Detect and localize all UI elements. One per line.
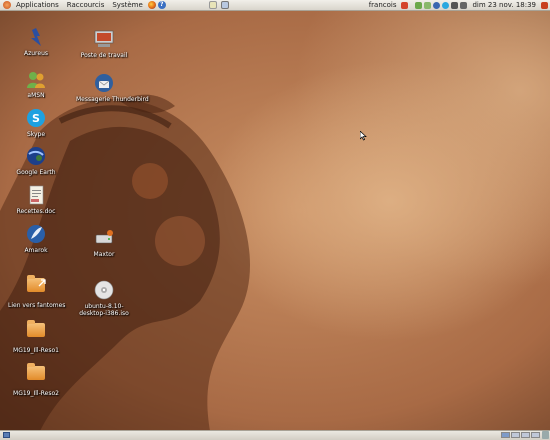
notes-icon[interactable] <box>209 1 217 9</box>
desktop-icon-mg19-reso1[interactable]: MG19_Ill-Reso1 <box>8 319 64 354</box>
battery-icon[interactable] <box>451 1 459 9</box>
workspace-1[interactable] <box>501 432 510 438</box>
desktop-icon-amarok[interactable]: Amarok <box>8 223 64 254</box>
desktop-icon-mg19-reso2[interactable]: MG19_Ill-Reso2 <box>8 362 64 397</box>
folder-icon <box>25 320 47 345</box>
icon-label: Recettes.doc <box>16 208 56 215</box>
workspace-3[interactable] <box>521 432 530 438</box>
mouse-pointer-icon <box>360 131 367 141</box>
folder-link-icon <box>25 275 47 300</box>
icon-label: Messagerie Thunderbird <box>76 96 149 103</box>
amsn-icon <box>25 68 47 90</box>
ubuntu-logo-icon <box>3 1 11 9</box>
drive-icon <box>93 227 115 249</box>
icon-label: Amarok <box>24 247 48 254</box>
icon-label: Lien vers fantomes <box>8 302 66 309</box>
icon-label: ubuntu-8.10-desktop-i386.iso <box>79 303 129 317</box>
desktop-icon-google-earth[interactable]: Google Earth <box>8 145 64 176</box>
desktop-icon-thunderbird[interactable]: Messagerie Thunderbird <box>76 72 149 103</box>
desktop-icon-amsn[interactable]: aMSN <box>8 68 64 99</box>
clock[interactable]: dim 23 nov. 18:39 <box>468 1 540 9</box>
show-desktop-icon[interactable] <box>3 432 10 438</box>
bottom-panel <box>0 430 550 440</box>
firefox-icon[interactable] <box>147 1 156 9</box>
icon-label: Skype <box>26 131 46 138</box>
desktop-icon-recettes[interactable]: Recettes.doc <box>8 184 64 215</box>
desktop-icon-lien-fantomes[interactable]: Lien vers fantomes <box>8 274 66 309</box>
icon-label: Azureus <box>23 50 48 57</box>
document-icon <box>25 184 47 206</box>
power-icon[interactable] <box>541 1 548 9</box>
desktop-icon-ubuntu-iso[interactable]: ubuntu-8.10-desktop-i386.iso <box>76 279 132 317</box>
menu-applications[interactable]: Applications <box>12 1 63 9</box>
menu-systeme[interactable]: Système <box>108 1 146 9</box>
workspace-switcher[interactable] <box>500 432 540 438</box>
google-earth-icon <box>25 145 47 167</box>
icon-label: aMSN <box>27 92 45 99</box>
help-icon[interactable]: ? <box>157 1 166 9</box>
top-panel: Applications Raccourcis Système ? franco… <box>0 0 550 11</box>
icon-label: Google Earth <box>16 169 56 176</box>
icon-label: Maxtor <box>93 251 115 258</box>
skype-tray-icon[interactable] <box>442 1 450 9</box>
desktop-icon-skype[interactable]: S Skype <box>8 107 64 138</box>
azureus-frog-icon <box>25 26 47 48</box>
panel-right-area: francois dim 23 nov. 18:39 <box>365 0 550 10</box>
update-icon[interactable] <box>433 1 441 9</box>
folder-icon <box>25 363 47 388</box>
desktop-icon-maxtor[interactable]: Maxtor <box>76 227 132 258</box>
screen-icon[interactable] <box>221 1 229 9</box>
user-switcher[interactable]: francois <box>365 1 401 9</box>
trash-icon[interactable] <box>542 431 549 439</box>
desktop-icon-poste-travail[interactable]: Poste de travail <box>76 28 132 59</box>
icon-label: MG19_Ill-Reso1 <box>13 347 59 354</box>
disc-icon <box>93 279 115 301</box>
workspace-4[interactable] <box>531 432 540 438</box>
menu-raccourcis[interactable]: Raccourcis <box>63 1 109 9</box>
skype-icon: S <box>25 107 47 129</box>
icon-label: Poste de travail <box>80 52 128 59</box>
desktop-icon-azureus[interactable]: Azureus <box>8 26 64 57</box>
chat-icon[interactable] <box>424 1 432 9</box>
volume-icon[interactable] <box>460 1 468 9</box>
thunderbird-icon <box>93 72 115 94</box>
amarok-icon <box>25 223 47 245</box>
computer-icon <box>93 28 115 50</box>
shutdown-icon[interactable] <box>401 1 409 9</box>
icon-label: MG19_Ill-Reso2 <box>13 390 59 397</box>
svg-text:S: S <box>32 112 40 125</box>
network-icon[interactable] <box>415 1 423 9</box>
workspace-2[interactable] <box>511 432 520 438</box>
